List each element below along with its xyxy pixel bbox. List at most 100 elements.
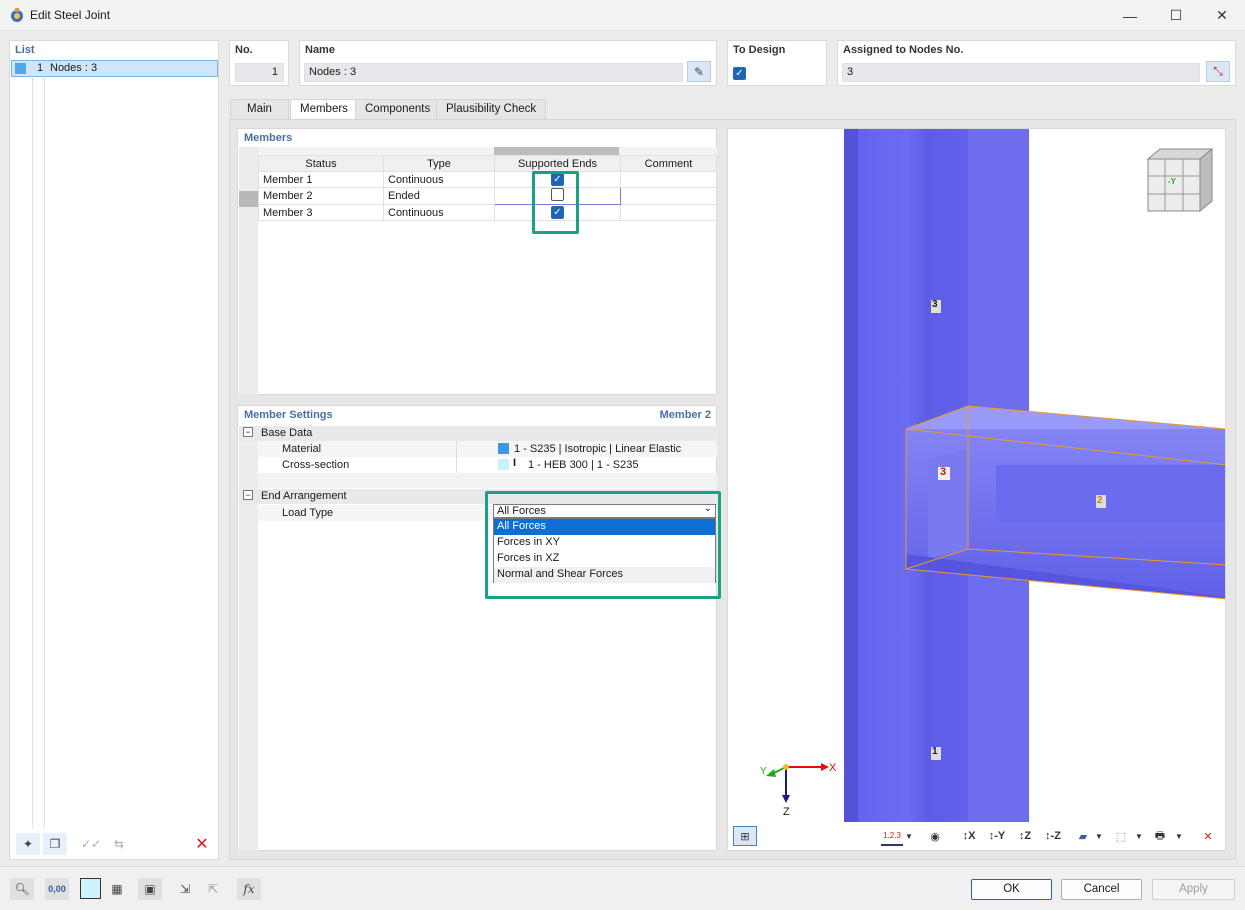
member-type[interactable]: Ended	[383, 187, 495, 205]
column-header-supported-ends[interactable]: Supported Ends	[494, 155, 621, 172]
edit-name-icon[interactable]: ✎	[687, 61, 711, 82]
view-z-icon[interactable]: ↕ Z	[1013, 826, 1037, 846]
render-mode-icon[interactable]: ▰	[1071, 826, 1095, 846]
material-value: 1 - S235 | Isotropic | Linear Elastic	[514, 443, 682, 455]
3d-viewport[interactable]: 3 3 2 1 -Y X Y Z ⊞ 1.2.3 ▼ ◉ ↕ X ↕ -Y ↕ Z ↕…	[727, 128, 1226, 851]
check-all-icon[interactable]: ✓✓	[79, 833, 103, 855]
axis-z-label: Z	[783, 806, 790, 818]
list-item-label: Nodes : 3	[50, 62, 98, 74]
i-beam-icon: I	[513, 457, 517, 469]
member-label-2: 2	[1097, 495, 1103, 506]
table-row[interactable]: Member 1 Continuous ✓	[258, 171, 717, 188]
row-selector[interactable]	[239, 191, 258, 207]
tab-plausibility-check[interactable]: Plausibility Check	[436, 99, 547, 119]
to-design-checkbox[interactable]: ✓	[733, 67, 746, 80]
collapse-icon[interactable]: −	[243, 490, 253, 500]
view-minus-y-icon[interactable]: ↕ -Y	[985, 826, 1009, 846]
member-label-3-upper: 3	[932, 299, 938, 310]
list-panel: List 1 Nodes : 3 ✦ ❐ ✓✓ ⇆ ✕	[9, 40, 219, 860]
assigned-field[interactable]: 3	[842, 63, 1200, 82]
comment-cell[interactable]	[620, 187, 717, 205]
search-icon[interactable]: 🔍︎	[10, 878, 34, 900]
uncheck-all-icon[interactable]: ⇆	[107, 833, 131, 855]
view-x-label: X	[968, 830, 976, 842]
visibility-icon[interactable]: ◉	[923, 826, 947, 846]
close-icon[interactable]: ✕	[1199, 0, 1245, 31]
tree-guide	[32, 78, 33, 828]
members-panel: Members Status Type Supported Ends Comme…	[237, 128, 717, 395]
table-row[interactable]: Member 3 Continuous ✓	[258, 204, 717, 221]
material-row[interactable]: Material 1 - S235 | Isotropic | Linear E…	[258, 441, 717, 457]
list-header: List	[15, 44, 35, 56]
formula-icon[interactable]: fx	[237, 878, 261, 900]
settings-divider	[456, 441, 457, 473]
base-data-row[interactable]: − Base Data	[239, 426, 717, 441]
end-arrangement-label: End Arrangement	[261, 490, 347, 502]
chevron-down-icon[interactable]: ▼	[1134, 826, 1144, 846]
supported-ends-highlight	[532, 171, 579, 234]
member-label-1: 1	[932, 746, 938, 757]
chevron-down-icon[interactable]: ▼	[904, 826, 914, 846]
column-header-type[interactable]: Type	[383, 155, 495, 172]
copy-item-icon[interactable]: ❐	[43, 833, 67, 855]
name-label: Name	[305, 44, 335, 56]
cross-section-label: Cross-section	[282, 459, 350, 471]
color-swatch-icon[interactable]	[80, 878, 101, 899]
to-design-group: To Design ✓	[727, 40, 827, 86]
view-x-icon[interactable]: ↕ X	[957, 826, 981, 846]
maximize-icon[interactable]: ☐	[1153, 0, 1199, 31]
units-icon[interactable]: 0,00	[45, 878, 69, 900]
name-field[interactable]: Nodes : 3	[304, 63, 683, 82]
cross-section-value: 1 - HEB 300 | 1 - S235	[528, 459, 639, 471]
collapse-icon[interactable]: −	[243, 427, 253, 437]
tree-guide	[44, 78, 45, 828]
new-item-icon[interactable]: ✦	[16, 833, 40, 855]
table-row[interactable]: Member 2 Ended	[258, 187, 717, 205]
export-icon[interactable]: ⇱	[201, 878, 225, 900]
spacer-row	[258, 473, 717, 488]
chevron-down-icon[interactable]: ▼	[1094, 826, 1104, 846]
delete-icon[interactable]: ✕	[190, 833, 214, 855]
display-properties-icon[interactable]: ▦	[105, 878, 129, 900]
cancel-button[interactable]: Cancel	[1061, 879, 1142, 900]
number-label: No.	[235, 44, 253, 56]
box-view-icon[interactable]: ⬚	[1109, 826, 1133, 846]
cross-section-row[interactable]: Cross-section I 1 - HEB 300 | 1 - S235	[258, 457, 717, 473]
member-type[interactable]: Continuous	[383, 204, 495, 221]
list-item[interactable]: 1 Nodes : 3	[11, 60, 218, 77]
view-z-label: Z	[1024, 830, 1032, 842]
tab-main[interactable]: Main	[230, 99, 289, 119]
window-title: Edit Steel Joint	[30, 8, 111, 22]
reset-view-icon[interactable]: ✕	[1196, 826, 1220, 846]
member-settings-member: Member 2	[659, 409, 711, 421]
comment-cell[interactable]	[620, 204, 717, 221]
app-icon	[9, 7, 25, 23]
apply-button[interactable]: Apply	[1152, 879, 1235, 900]
member-type[interactable]: Continuous	[383, 171, 495, 188]
minimize-icon[interactable]: —	[1107, 0, 1153, 31]
member-name: Member 2	[258, 187, 384, 205]
pick-nodes-icon[interactable]: ⤡	[1206, 61, 1230, 82]
view-minus-z-icon[interactable]: ↕ -Z	[1041, 826, 1065, 846]
comment-cell[interactable]	[620, 171, 717, 188]
member-settings-panel: Member Settings Member 2 − Base Data Mat…	[237, 405, 721, 851]
title-bar: Edit Steel Joint — ☐ ✕	[0, 0, 1245, 31]
view-icon[interactable]: ▣	[138, 878, 162, 900]
column-header-comment[interactable]: Comment	[620, 155, 717, 172]
import-icon[interactable]: ⇲	[173, 878, 197, 900]
ok-button[interactable]: OK	[971, 879, 1052, 900]
members-table: Status Type Supported Ends Comment Membe…	[258, 155, 717, 221]
tab-members[interactable]: Members	[290, 99, 358, 120]
tab-components[interactable]: Components	[355, 99, 441, 119]
number-field[interactable]: 1	[235, 63, 284, 82]
numbering-icon[interactable]: 1.2.3	[881, 826, 903, 846]
chevron-down-icon[interactable]: ▼	[1174, 826, 1184, 846]
assigned-label: Assigned to Nodes No.	[843, 44, 964, 56]
view-cube-label[interactable]: -Y	[1168, 177, 1176, 186]
print-icon[interactable]: 🖶	[1148, 826, 1172, 846]
list-item-color-icon	[15, 63, 26, 74]
member-settings-title: Member Settings	[244, 409, 333, 421]
column-header-status[interactable]: Status	[258, 155, 384, 172]
view-settings-icon[interactable]: ⊞	[733, 826, 757, 846]
list-item-number: 1	[37, 62, 44, 74]
